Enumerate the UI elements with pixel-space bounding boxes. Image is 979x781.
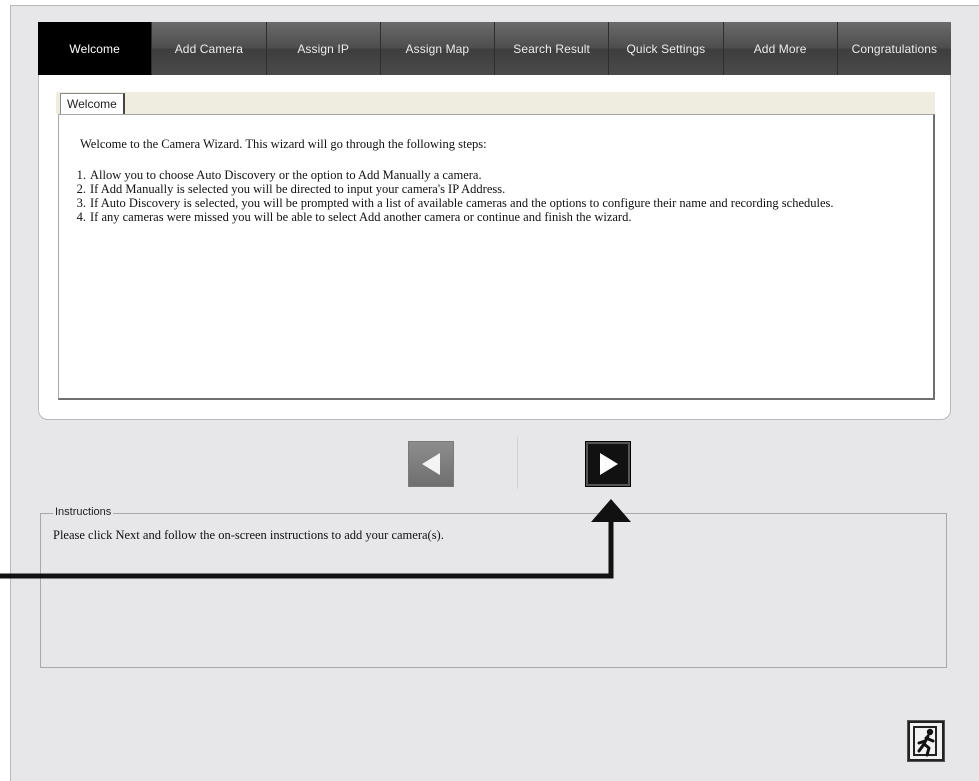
back-button[interactable] — [408, 441, 454, 487]
instructions-group: Instructions Please click Next and follo… — [40, 506, 947, 668]
exit-running-man-icon — [913, 726, 937, 757]
step-text: If Auto Discovery is selected, you will … — [90, 196, 834, 210]
tab-assign-map[interactable]: Assign Map — [380, 22, 495, 75]
tab-quick-settings[interactable]: Quick Settings — [609, 22, 724, 75]
subtab-strip: Welcome — [56, 92, 935, 114]
instructions-text: Please click Next and follow the on-scre… — [53, 528, 444, 542]
welcome-content: Welcome to the Camera Wizard. This wizar… — [58, 114, 935, 400]
steps-list: 1. Allow you to choose Auto Discovery or… — [71, 168, 911, 224]
exit-button[interactable] — [907, 720, 945, 762]
tab-add-more[interactable]: Add More — [723, 22, 838, 75]
list-item: 3. If Auto Discovery is selected, you wi… — [71, 196, 911, 210]
tab-welcome[interactable]: Welcome — [38, 22, 153, 75]
tab-assign-ip[interactable]: Assign IP — [266, 22, 381, 75]
step-number: 4. — [76, 210, 86, 224]
triangle-right-icon — [600, 453, 618, 475]
nav-divider — [517, 437, 518, 489]
list-item: 4. If any cameras were missed you will b… — [71, 210, 911, 224]
tab-search-result[interactable]: Search Result — [495, 22, 610, 75]
tab-add-camera[interactable]: Add Camera — [152, 22, 267, 75]
list-item: 1. Allow you to choose Auto Discovery or… — [71, 168, 911, 182]
next-button[interactable] — [585, 441, 631, 487]
step-number: 3. — [76, 196, 86, 210]
step-number: 2. — [76, 182, 86, 196]
step-number: 1. — [76, 168, 86, 182]
tab-congratulations[interactable]: Congratulations — [837, 22, 951, 75]
instructions-legend: Instructions — [53, 506, 114, 518]
triangle-left-icon — [422, 453, 440, 475]
intro-text: Welcome to the Camera Wizard. This wizar… — [80, 137, 487, 151]
step-text: If Add Manually is selected you will be … — [90, 182, 506, 196]
step-text: Allow you to choose Auto Discovery or th… — [90, 168, 482, 182]
wizard-step-tabs: Welcome Add Camera Assign IP Assign Map … — [38, 22, 951, 75]
subtab-welcome[interactable]: Welcome — [60, 93, 125, 114]
step-text: If any cameras were missed you will be a… — [90, 210, 632, 224]
list-item: 2. If Add Manually is selected you will … — [71, 182, 911, 196]
